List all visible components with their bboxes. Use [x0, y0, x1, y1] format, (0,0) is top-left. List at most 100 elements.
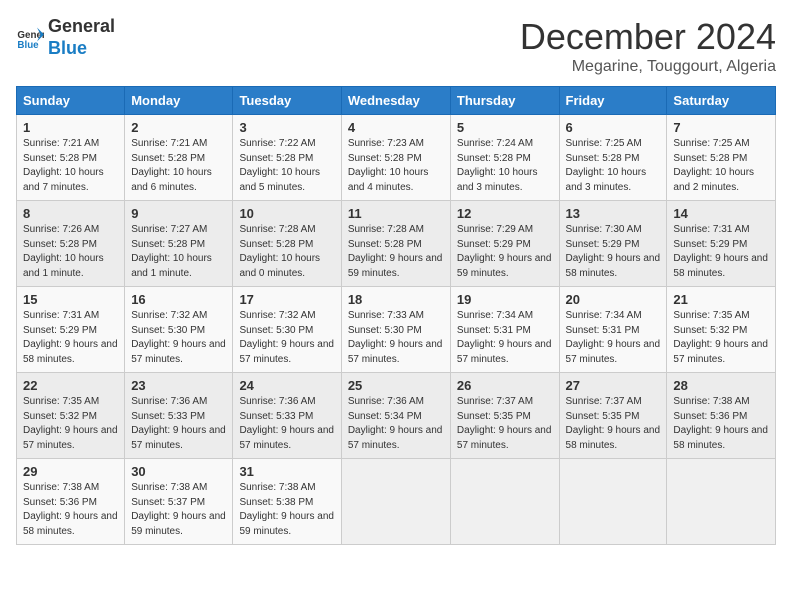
day-info: Sunrise: 7:26 AMSunset: 5:28 PMDaylight:… [23, 223, 118, 281]
header-friday: Friday [559, 87, 667, 115]
day-number: 31 [239, 464, 334, 479]
day-number: 2 [131, 120, 226, 135]
day-info: Sunrise: 7:25 AMSunset: 5:28 PMDaylight:… [566, 137, 661, 195]
day-info: Sunrise: 7:21 AMSunset: 5:28 PMDaylight:… [131, 137, 226, 195]
day-cell: 6Sunrise: 7:25 AMSunset: 5:28 PMDaylight… [559, 115, 667, 201]
day-cell: 16 Sunrise: 7:32 AMSunset: 5:30 PMDayligh… [125, 287, 233, 373]
day-cell: 26 Sunrise: 7:37 AMSunset: 5:35 PMDayligh… [450, 373, 559, 459]
day-cell: 5Sunrise: 7:24 AMSunset: 5:28 PMDaylight… [450, 115, 559, 201]
title-block: December 2024 Megarine, Touggourt, Alger… [520, 16, 776, 76]
day-cell: 10 Sunrise: 7:28 AMSunset: 5:28 PMDayligh… [233, 201, 341, 287]
day-cell: 17Sunrise: 7:32 AMSunset: 5:30 PMDayligh… [233, 287, 341, 373]
day-cell: 4 Sunrise: 7:23 AMSunset: 5:28 PMDaylight… [341, 115, 450, 201]
calendar-week-row: 8 Sunrise: 7:26 AMSunset: 5:28 PMDaylight… [17, 201, 776, 287]
day-cell: 31 Sunrise: 7:38 AMSunset: 5:38 PMDayligh… [233, 459, 341, 545]
day-cell: 8 Sunrise: 7:26 AMSunset: 5:28 PMDaylight… [17, 201, 125, 287]
day-number: 8 [23, 206, 118, 221]
day-cell: 1Sunrise: 7:21 AMSunset: 5:28 PMDaylight… [17, 115, 125, 201]
header-wednesday: Wednesday [341, 87, 450, 115]
day-cell: 7 Sunrise: 7:25 AMSunset: 5:28 PMDaylight… [667, 115, 776, 201]
day-cell: 18 Sunrise: 7:33 AMSunset: 5:30 PMDayligh… [341, 287, 450, 373]
day-cell: 15 Sunrise: 7:31 AMSunset: 5:29 PMDayligh… [17, 287, 125, 373]
day-number: 4 [348, 120, 444, 135]
day-number: 18 [348, 292, 444, 307]
header-saturday: Saturday [667, 87, 776, 115]
logo-icon: General Blue [16, 24, 44, 52]
day-info: Sunrise: 7:29 AMSunset: 5:29 PMDaylight:… [457, 223, 553, 281]
day-info: Sunrise: 7:23 AMSunset: 5:28 PMDaylight:… [348, 137, 444, 195]
day-number: 30 [131, 464, 226, 479]
calendar-week-row: 29 Sunrise: 7:38 AMSunset: 5:36 PMDayligh… [17, 459, 776, 545]
day-info: Sunrise: 7:36 AMSunset: 5:33 PMDaylight:… [131, 395, 226, 453]
day-info: Sunrise: 7:32 AMSunset: 5:30 PMDaylight:… [239, 309, 334, 367]
day-cell: 12 Sunrise: 7:29 AMSunset: 5:29 PMDayligh… [450, 201, 559, 287]
empty-day-cell [667, 459, 776, 545]
day-info: Sunrise: 7:21 AMSunset: 5:28 PMDaylight:… [23, 137, 118, 195]
page-header: General Blue General Blue December 2024 … [16, 16, 776, 76]
header-sunday: Sunday [17, 87, 125, 115]
day-number: 7 [673, 120, 769, 135]
day-info: Sunrise: 7:38 AMSunset: 5:36 PMDaylight:… [23, 481, 118, 539]
day-info: Sunrise: 7:31 AMSunset: 5:29 PMDaylight:… [23, 309, 118, 367]
day-info: Sunrise: 7:28 AMSunset: 5:28 PMDaylight:… [239, 223, 334, 281]
day-number: 13 [566, 206, 661, 221]
empty-day-cell [559, 459, 667, 545]
day-info: Sunrise: 7:35 AMSunset: 5:32 PMDaylight:… [23, 395, 118, 453]
day-cell: 25Sunrise: 7:36 AMSunset: 5:34 PMDayligh… [341, 373, 450, 459]
day-cell: 2 Sunrise: 7:21 AMSunset: 5:28 PMDaylight… [125, 115, 233, 201]
day-info: Sunrise: 7:28 AMSunset: 5:28 PMDaylight:… [348, 223, 444, 281]
day-info: Sunrise: 7:25 AMSunset: 5:28 PMDaylight:… [673, 137, 769, 195]
day-number: 15 [23, 292, 118, 307]
day-info: Sunrise: 7:32 AMSunset: 5:30 PMDaylight:… [131, 309, 226, 367]
day-number: 10 [239, 206, 334, 221]
day-number: 26 [457, 378, 553, 393]
day-info: Sunrise: 7:34 AMSunset: 5:31 PMDaylight:… [566, 309, 661, 367]
header-monday: Monday [125, 87, 233, 115]
day-info: Sunrise: 7:38 AMSunset: 5:36 PMDaylight:… [673, 395, 769, 453]
header-tuesday: Tuesday [233, 87, 341, 115]
day-cell: 21 Sunrise: 7:35 AMSunset: 5:32 PMDayligh… [667, 287, 776, 373]
day-info: Sunrise: 7:27 AMSunset: 5:28 PMDaylight:… [131, 223, 226, 281]
day-number: 14 [673, 206, 769, 221]
day-cell: 22Sunrise: 7:35 AMSunset: 5:32 PMDayligh… [17, 373, 125, 459]
empty-day-cell [341, 459, 450, 545]
day-cell: 29 Sunrise: 7:38 AMSunset: 5:36 PMDayligh… [17, 459, 125, 545]
day-cell: 24Sunrise: 7:36 AMSunset: 5:33 PMDayligh… [233, 373, 341, 459]
day-number: 12 [457, 206, 553, 221]
day-number: 23 [131, 378, 226, 393]
day-info: Sunrise: 7:33 AMSunset: 5:30 PMDaylight:… [348, 309, 444, 367]
day-number: 28 [673, 378, 769, 393]
day-cell: 14Sunrise: 7:31 AMSunset: 5:29 PMDayligh… [667, 201, 776, 287]
day-info: Sunrise: 7:30 AMSunset: 5:29 PMDaylight:… [566, 223, 661, 281]
logo-blue: Blue [48, 38, 115, 60]
logo-general: General [48, 16, 115, 38]
calendar-week-row: 1Sunrise: 7:21 AMSunset: 5:28 PMDaylight… [17, 115, 776, 201]
svg-text:Blue: Blue [17, 39, 39, 50]
day-info: Sunrise: 7:35 AMSunset: 5:32 PMDaylight:… [673, 309, 769, 367]
weekday-header-row: Sunday Monday Tuesday Wednesday Thursday… [17, 87, 776, 115]
day-number: 21 [673, 292, 769, 307]
day-cell: 20Sunrise: 7:34 AMSunset: 5:31 PMDayligh… [559, 287, 667, 373]
day-number: 16 [131, 292, 226, 307]
day-number: 9 [131, 206, 226, 221]
day-cell: 30 Sunrise: 7:38 AMSunset: 5:37 PMDayligh… [125, 459, 233, 545]
header-thursday: Thursday [450, 87, 559, 115]
day-number: 3 [239, 120, 334, 135]
day-cell: 27Sunrise: 7:37 AMSunset: 5:35 PMDayligh… [559, 373, 667, 459]
day-cell: 3Sunrise: 7:22 AMSunset: 5:28 PMDaylight… [233, 115, 341, 201]
day-cell: 28 Sunrise: 7:38 AMSunset: 5:36 PMDayligh… [667, 373, 776, 459]
day-cell: 19Sunrise: 7:34 AMSunset: 5:31 PMDayligh… [450, 287, 559, 373]
day-number: 25 [348, 378, 444, 393]
day-info: Sunrise: 7:38 AMSunset: 5:38 PMDaylight:… [239, 481, 334, 539]
calendar-table: Sunday Monday Tuesday Wednesday Thursday… [16, 86, 776, 545]
day-cell: 9 Sunrise: 7:27 AMSunset: 5:28 PMDaylight… [125, 201, 233, 287]
day-number: 11 [348, 206, 444, 221]
day-info: Sunrise: 7:34 AMSunset: 5:31 PMDaylight:… [457, 309, 553, 367]
day-info: Sunrise: 7:37 AMSunset: 5:35 PMDaylight:… [457, 395, 553, 453]
month-title: December 2024 [520, 16, 776, 58]
day-number: 24 [239, 378, 334, 393]
location: Megarine, Touggourt, Algeria [520, 58, 776, 76]
day-number: 29 [23, 464, 118, 479]
day-info: Sunrise: 7:37 AMSunset: 5:35 PMDaylight:… [566, 395, 661, 453]
day-info: Sunrise: 7:38 AMSunset: 5:37 PMDaylight:… [131, 481, 226, 539]
